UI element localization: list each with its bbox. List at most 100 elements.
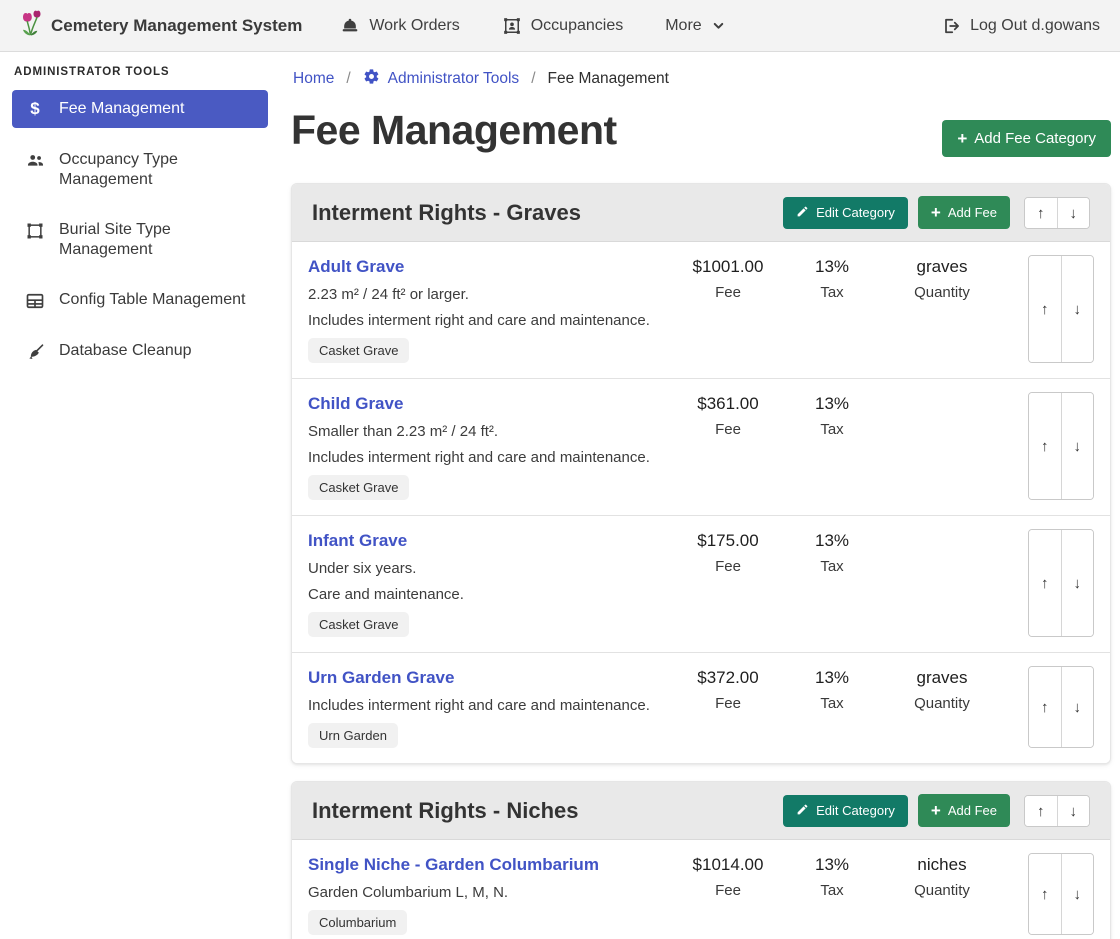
fee-descriptions: 2.23 m² / 24 ft² or larger.Includes inte… — [308, 286, 674, 329]
plus-icon: + — [957, 130, 967, 147]
fee-row: Child Grave Smaller than 2.23 m² / 24 ft… — [292, 379, 1110, 516]
fee-amount: $1014.00 — [674, 855, 782, 875]
fee-name-link[interactable]: Child Grave — [308, 394, 403, 414]
fee-tag: Casket Grave — [308, 612, 409, 637]
nav-item-work-orders[interactable]: Work Orders — [340, 16, 459, 36]
arrow-up-icon: ↑ — [1041, 699, 1049, 716]
fee-reorder-controls: ↑ ↓ — [1028, 853, 1094, 935]
fee-row: Infant Grave Under six years.Care and ma… — [292, 516, 1110, 653]
fee-reorder-controls: ↑ ↓ — [1028, 529, 1094, 637]
quantity-value: niches — [882, 855, 1002, 875]
move-fee-up-button[interactable]: ↑ — [1029, 530, 1061, 636]
move-fee-up-button[interactable]: ↑ — [1029, 393, 1061, 499]
edit-category-button[interactable]: Edit Category — [783, 795, 908, 827]
chevron-down-icon — [711, 18, 726, 33]
tulip-logo-icon — [20, 10, 42, 42]
move-fee-down-button[interactable]: ↓ — [1061, 854, 1094, 934]
fee-amount: $372.00 — [674, 668, 782, 688]
move-fee-down-button[interactable]: ↓ — [1061, 667, 1094, 747]
tax-amount-label: Tax — [782, 558, 882, 575]
fee-details: Child Grave Smaller than 2.23 m² / 24 ft… — [308, 392, 674, 500]
breadcrumb-home-link[interactable]: Home — [293, 70, 334, 88]
category-header: Interment Rights - Graves Edit Category … — [292, 184, 1110, 242]
edit-category-button[interactable]: Edit Category — [783, 197, 908, 229]
arrow-down-icon: ↓ — [1074, 575, 1082, 592]
move-fee-up-button[interactable]: ↑ — [1029, 854, 1061, 934]
sidebar: ADMINISTRATOR TOOLS $ Fee Management Occ… — [0, 52, 280, 939]
tax-amount-label: Tax — [782, 882, 882, 899]
fee-details: Infant Grave Under six years.Care and ma… — [308, 529, 674, 637]
add-fee-button[interactable]: + Add Fee — [918, 794, 1010, 827]
fee-amount-column: $361.00 Fee — [674, 392, 782, 500]
tax-amount-label: Tax — [782, 695, 882, 712]
fee-description: Includes interment right and care and ma… — [308, 697, 674, 714]
page-title: Fee Management — [291, 108, 617, 153]
top-navbar: Cemetery Management System Work Orders — [0, 0, 1120, 52]
pencil-icon — [796, 803, 809, 819]
add-fee-label: Add Fee — [948, 205, 997, 220]
log-out-icon — [941, 16, 961, 36]
quantity-value: graves — [882, 257, 1002, 277]
fee-tag: Urn Garden — [308, 723, 398, 748]
sidebar-item-database-cleanup[interactable]: Database Cleanup — [12, 333, 268, 370]
move-fee-down-button[interactable]: ↓ — [1061, 530, 1094, 636]
fee-name-link[interactable]: Infant Grave — [308, 531, 407, 551]
add-fee-category-button[interactable]: + Add Fee Category — [942, 120, 1111, 157]
fee-amount-label: Fee — [674, 558, 782, 575]
move-category-up-button[interactable]: ↑ — [1025, 796, 1057, 826]
fee-amount: $1001.00 — [674, 257, 782, 277]
arrow-up-icon: ↑ — [1041, 886, 1049, 903]
move-category-up-button[interactable]: ↑ — [1025, 198, 1057, 228]
move-fee-up-button[interactable]: ↑ — [1029, 256, 1061, 362]
tax-column: 13% Tax — [782, 666, 882, 748]
move-category-down-button[interactable]: ↓ — [1057, 796, 1090, 826]
quantity-column: graves Quantity — [882, 666, 1002, 748]
breadcrumb-separator: / — [346, 70, 350, 88]
arrow-down-icon: ↓ — [1070, 205, 1078, 222]
hard-hat-icon — [340, 16, 360, 36]
add-fee-button[interactable]: + Add Fee — [918, 196, 1010, 229]
plus-icon: + — [931, 204, 941, 221]
fee-details: Single Niche - Garden Columbarium Garden… — [308, 853, 674, 935]
sidebar-item-occupancy-type-management[interactable]: Occupancy Type Management — [12, 142, 268, 198]
fee-name-link[interactable]: Urn Garden Grave — [308, 668, 454, 688]
plot-frame-icon — [24, 221, 46, 241]
arrow-up-icon: ↑ — [1041, 301, 1049, 318]
fee-name-link[interactable]: Single Niche - Garden Columbarium — [308, 855, 599, 875]
sidebar-item-config-table-management[interactable]: Config Table Management — [12, 282, 268, 319]
fee-row: Single Niche - Garden Columbarium Garden… — [292, 840, 1110, 939]
breadcrumb-admin-tools-label: Administrator Tools — [388, 70, 520, 88]
arrow-up-icon: ↑ — [1037, 803, 1045, 820]
move-category-down-button[interactable]: ↓ — [1057, 198, 1090, 228]
category-title: Interment Rights - Niches — [312, 798, 773, 824]
quantity-value: graves — [882, 668, 1002, 688]
tax-amount: 13% — [782, 394, 882, 414]
logout-button[interactable]: Log Out d.gowans — [941, 16, 1100, 36]
quantity-column — [882, 392, 1002, 500]
fee-descriptions: Includes interment right and care and ma… — [308, 697, 674, 714]
nav-item-more[interactable]: More — [665, 17, 725, 35]
fee-description: Includes interment right and care and ma… — [308, 312, 674, 329]
sidebar-item-fee-management[interactable]: $ Fee Management — [12, 90, 268, 128]
category-header: Interment Rights - Niches Edit Category … — [292, 782, 1110, 840]
brand: Cemetery Management System — [20, 10, 302, 42]
breadcrumb-admin-tools-link[interactable]: Administrator Tools — [363, 68, 520, 90]
page-header: Fee Management + Add Fee Category — [291, 108, 1111, 157]
broom-icon — [24, 342, 46, 362]
category-reorder-controls: ↑ ↓ — [1024, 197, 1090, 229]
fee-name-link[interactable]: Adult Grave — [308, 257, 404, 277]
fee-row: Urn Garden Grave Includes interment righ… — [292, 653, 1110, 763]
move-fee-up-button[interactable]: ↑ — [1029, 667, 1061, 747]
sidebar-item-burial-site-type-management[interactable]: Burial Site Type Management — [12, 212, 268, 268]
fee-amount-column: $1001.00 Fee — [674, 255, 782, 363]
move-fee-down-button[interactable]: ↓ — [1061, 256, 1094, 362]
fee-amount-label: Fee — [674, 882, 782, 899]
fee-tag: Columbarium — [308, 910, 407, 935]
tax-amount-label: Tax — [782, 284, 882, 301]
nav-item-occupancies[interactable]: Occupancies — [502, 16, 624, 36]
tax-column: 13% Tax — [782, 853, 882, 935]
arrow-up-icon: ↑ — [1037, 205, 1045, 222]
arrow-up-icon: ↑ — [1041, 575, 1049, 592]
breadcrumb: Home / Administrator Tools / Fee Managem… — [291, 64, 1111, 90]
move-fee-down-button[interactable]: ↓ — [1061, 393, 1094, 499]
